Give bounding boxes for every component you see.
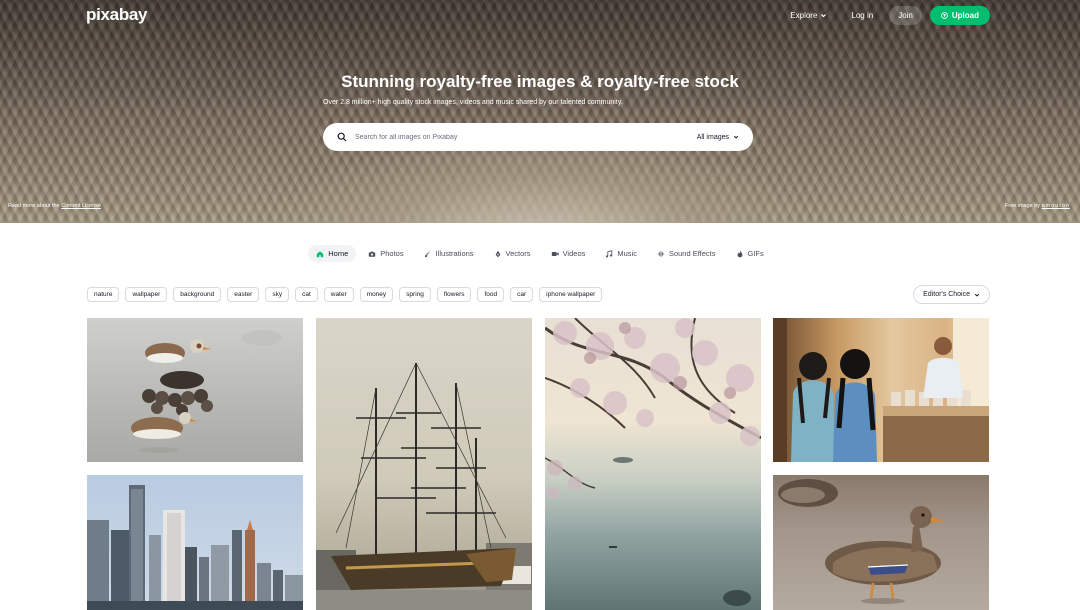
chip-car[interactable]: car (510, 287, 534, 302)
tab-label: Vectors (505, 249, 531, 258)
tab-label: GIFs (747, 249, 764, 258)
search-filter-dropdown[interactable]: All images (697, 134, 739, 141)
chip-background[interactable]: background (173, 287, 222, 302)
brush-icon (424, 250, 431, 257)
tab-label: Music (617, 249, 637, 258)
license-note: Read more about the Content License (8, 203, 101, 209)
tab-label: Illustrations (435, 249, 474, 258)
chip-flowers[interactable]: flowers (436, 287, 472, 302)
pen-icon (495, 250, 500, 257)
search-filter-label: All images (696, 133, 729, 141)
search-input[interactable] (355, 133, 697, 141)
chip-money[interactable]: money (359, 287, 394, 302)
tab-sound-effects[interactable]: Sound Effects (649, 245, 724, 262)
photo-geese-on-water[interactable] (87, 318, 303, 462)
sort-label: Editor's Choice (923, 291, 970, 298)
top-navigation: Explore Log in Join Upload (782, 5, 990, 26)
chip-water[interactable]: water (323, 287, 354, 302)
chip-wallpaper[interactable]: wallpaper (125, 287, 168, 302)
market-illustration (773, 318, 989, 462)
chevron-down-icon (974, 293, 980, 297)
search-bar: All images (323, 123, 753, 151)
image-credit: Free image by amouton (1005, 203, 1070, 209)
tab-illustrations[interactable]: Illustrations (416, 245, 482, 262)
license-prefix: Read more about the (8, 203, 60, 209)
video-icon (551, 251, 559, 256)
chip-food[interactable]: food (477, 287, 505, 302)
camera-icon (369, 251, 376, 257)
tab-photos[interactable]: Photos (360, 245, 411, 262)
tab-gifs[interactable]: GIFs (728, 245, 772, 262)
tag-chips: nature wallpaper background easter sky c… (87, 287, 603, 302)
chip-cat[interactable]: cat (295, 287, 318, 302)
credit-prefix: Free image by (1004, 203, 1041, 209)
tab-videos[interactable]: Videos (543, 245, 594, 262)
category-tabs: Home Photos Illustrations Vectors Videos… (0, 245, 1080, 262)
sort-dropdown[interactable]: Editor's Choice (913, 285, 990, 304)
login-link[interactable]: Log in (843, 5, 881, 26)
chip-spring[interactable]: spring (399, 287, 431, 302)
sound-icon (657, 250, 665, 257)
hero-subtitle: Over 2.8 million+ high quality stock ima… (323, 99, 623, 106)
chevron-down-icon (821, 14, 827, 18)
photo-tall-ship[interactable] (316, 318, 532, 610)
pixabay-logo[interactable]: pixabay (86, 5, 148, 25)
blossom-illustration (545, 318, 761, 606)
tab-label: Videos (562, 249, 586, 258)
credit-author-link[interactable]: amouton (1042, 203, 1070, 209)
skyline-illustration (87, 485, 303, 610)
search-icon[interactable] (337, 132, 347, 142)
explore-menu[interactable]: Explore (782, 5, 835, 26)
chip-nature[interactable]: nature (87, 287, 120, 302)
upload-icon (941, 12, 948, 19)
tab-label: Sound Effects (668, 249, 716, 258)
explore-label: Explore (790, 11, 818, 20)
hero-title: Stunning royalty-free images & royalty-f… (341, 72, 739, 91)
tab-home[interactable]: Home (308, 245, 357, 262)
join-button[interactable]: Join (889, 6, 922, 25)
chip-easter[interactable]: easter (227, 287, 260, 302)
photo-mallard-duck[interactable] (773, 475, 989, 610)
photo-city-skyline[interactable] (87, 475, 303, 610)
tab-label: Home (328, 249, 349, 258)
tab-music[interactable]: Music (597, 245, 645, 262)
photo-market-stall[interactable] (773, 318, 989, 462)
home-icon (317, 250, 324, 257)
gif-icon (737, 250, 742, 257)
hero-overlay (0, 0, 1080, 223)
chevron-down-icon (733, 135, 739, 139)
chip-iphone-wallpaper[interactable]: iphone wallpaper (539, 287, 603, 302)
hero-banner: pixabay Explore Log in Join Upload Stunn… (0, 0, 1080, 223)
geese-illustration (131, 330, 282, 453)
tab-label: Photos (380, 249, 404, 258)
photo-cherry-blossom-lake[interactable] (545, 318, 761, 610)
tab-vectors[interactable]: Vectors (486, 245, 539, 262)
duck-illustration (778, 479, 945, 604)
upload-button[interactable]: Upload (929, 6, 990, 25)
chip-sky[interactable]: sky (265, 287, 290, 302)
upload-label: Upload (951, 11, 979, 20)
content-license-link[interactable]: Content License (61, 203, 101, 209)
music-icon (606, 249, 613, 257)
ship-illustration (316, 362, 532, 610)
